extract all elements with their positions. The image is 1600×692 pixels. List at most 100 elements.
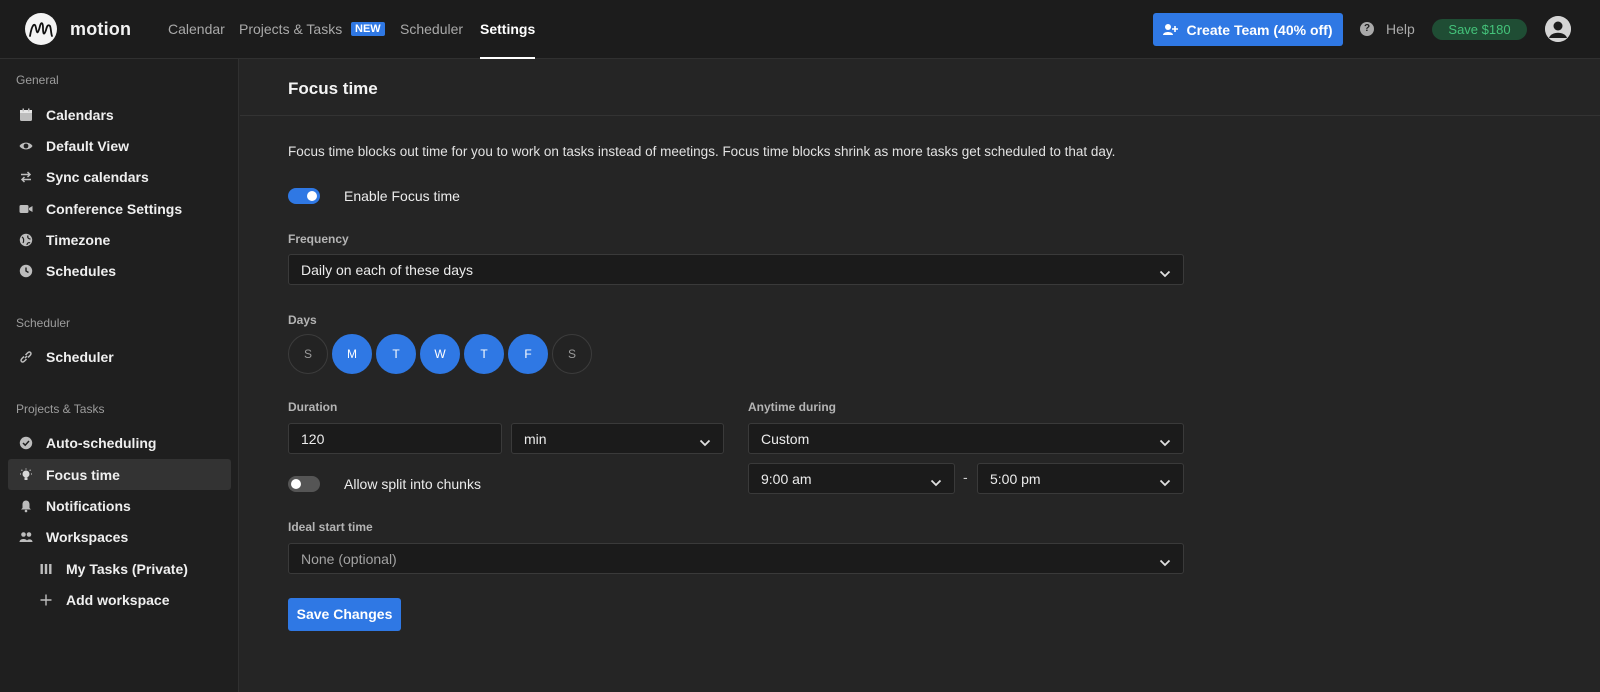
nav-calendar[interactable]: Calendar bbox=[168, 0, 225, 58]
sidebar-item-sync-calendars[interactable]: Sync calendars bbox=[8, 161, 231, 192]
user-avatar-icon bbox=[1545, 16, 1571, 42]
video-camera-icon bbox=[18, 201, 33, 216]
enable-focus-time-toggle[interactable] bbox=[288, 188, 320, 204]
sidebar-item-timezone[interactable]: Timezone bbox=[8, 224, 231, 255]
create-team-button[interactable]: Create Team (40% off) bbox=[1153, 13, 1343, 46]
sidebar-item-label: Calendars bbox=[46, 107, 114, 123]
enable-focus-time-label: Enable Focus time bbox=[344, 188, 460, 204]
duration-input[interactable]: 120 bbox=[288, 423, 502, 454]
split-chunks-toggle[interactable] bbox=[288, 476, 320, 492]
duration-value: 120 bbox=[301, 431, 325, 447]
chevron-down-icon bbox=[1159, 434, 1171, 447]
users-icon bbox=[18, 529, 33, 544]
chevron-down-icon bbox=[1159, 265, 1171, 278]
motion-logo-icon[interactable] bbox=[25, 13, 57, 45]
frequency-select[interactable]: Daily on each of these days bbox=[288, 254, 1184, 285]
clock-icon bbox=[18, 263, 33, 278]
frequency-value: Daily on each of these days bbox=[301, 262, 473, 278]
ideal-start-time-select[interactable]: None (optional) bbox=[288, 543, 1184, 574]
sidebar-item-label: Notifications bbox=[46, 498, 131, 514]
day-toggle-tuesday[interactable]: T bbox=[376, 334, 416, 374]
sidebar-item-label: Timezone bbox=[46, 232, 111, 248]
columns-icon bbox=[38, 561, 53, 576]
sidebar-section-projects-tasks: Projects & Tasks bbox=[16, 402, 105, 416]
sidebar-item-add-workspace[interactable]: Add workspace bbox=[8, 584, 231, 615]
sidebar-item-label: Sync calendars bbox=[46, 169, 149, 185]
top-bar: motion Calendar Projects & Tasks NEW Sch… bbox=[0, 0, 1600, 59]
sidebar-item-calendars[interactable]: Calendars bbox=[8, 99, 231, 130]
check-circle-icon bbox=[18, 435, 33, 450]
avatar[interactable] bbox=[1545, 16, 1571, 42]
sidebar-item-conference-settings[interactable]: Conference Settings bbox=[8, 193, 231, 224]
sidebar-item-focus-time[interactable]: Focus time bbox=[8, 459, 231, 490]
toggle-knob bbox=[291, 479, 301, 489]
duration-unit-select[interactable]: min bbox=[511, 423, 724, 454]
day-toggle-saturday[interactable]: S bbox=[552, 334, 592, 374]
sidebar-item-label: Schedules bbox=[46, 263, 117, 279]
sidebar-item-label: Default View bbox=[46, 138, 129, 154]
day-toggle-sunday[interactable]: S bbox=[288, 334, 328, 374]
split-chunks-label: Allow split into chunks bbox=[344, 476, 481, 492]
end-time-select[interactable]: 5:00 pm bbox=[977, 463, 1184, 494]
plus-icon bbox=[38, 592, 53, 607]
end-time-value: 5:00 pm bbox=[990, 471, 1041, 487]
nav-projects-tasks[interactable]: Projects & Tasks bbox=[239, 0, 342, 58]
eye-icon bbox=[18, 138, 33, 153]
anytime-during-select[interactable]: Custom bbox=[748, 423, 1184, 454]
day-toggle-friday[interactable]: F bbox=[508, 334, 548, 374]
nav-scheduler[interactable]: Scheduler bbox=[400, 0, 463, 58]
calendar-icon bbox=[18, 107, 33, 122]
anytime-during-label: Anytime during bbox=[748, 400, 837, 414]
anytime-during-value: Custom bbox=[761, 431, 810, 447]
add-user-icon bbox=[1163, 24, 1179, 35]
sidebar-item-label: Auto-scheduling bbox=[46, 435, 157, 451]
page-title: Focus time bbox=[288, 79, 378, 98]
save-changes-button[interactable]: Save Changes bbox=[288, 598, 401, 631]
chevron-down-icon bbox=[930, 474, 942, 487]
day-toggle-monday[interactable]: M bbox=[332, 334, 372, 374]
sidebar-section-scheduler: Scheduler bbox=[16, 316, 71, 330]
help-link[interactable]: Help bbox=[1386, 21, 1415, 37]
frequency-label: Frequency bbox=[288, 232, 349, 246]
globe-icon bbox=[18, 232, 33, 247]
focus-time-description: Focus time blocks out time for you to wo… bbox=[288, 144, 1116, 159]
sync-arrows-icon bbox=[18, 169, 33, 184]
duration-unit-value: min bbox=[524, 431, 547, 447]
chevron-down-icon bbox=[699, 434, 711, 447]
chevron-down-icon bbox=[1159, 474, 1171, 487]
sidebar-section-general: General bbox=[16, 73, 59, 87]
new-badge: NEW bbox=[351, 22, 385, 36]
help-icon[interactable]: ? bbox=[1360, 22, 1374, 36]
sidebar-item-default-view[interactable]: Default View bbox=[8, 130, 231, 161]
day-toggle-thursday[interactable]: T bbox=[464, 334, 504, 374]
link-icon bbox=[18, 349, 33, 364]
sidebar-item-workspaces[interactable]: Workspaces bbox=[8, 521, 231, 552]
sidebar-item-auto-scheduling[interactable]: Auto-scheduling bbox=[8, 427, 231, 458]
sidebar-item-label: Add workspace bbox=[66, 592, 170, 608]
brand-name[interactable]: motion bbox=[70, 19, 131, 40]
chevron-down-icon bbox=[1159, 554, 1171, 567]
sidebar-item-label: Scheduler bbox=[46, 349, 114, 365]
sidebar-item-scheduler[interactable]: Scheduler bbox=[8, 341, 231, 372]
day-toggle-wednesday[interactable]: W bbox=[420, 334, 460, 374]
sidebar-item-notifications[interactable]: Notifications bbox=[8, 490, 231, 521]
sidebar-item-schedules[interactable]: Schedules bbox=[8, 255, 231, 286]
settings-sidebar: General Calendars Default View Sync cale… bbox=[0, 59, 239, 692]
lightbulb-icon bbox=[18, 467, 33, 482]
bell-icon bbox=[18, 498, 33, 513]
create-team-label: Create Team (40% off) bbox=[1186, 21, 1333, 38]
sidebar-item-label: My Tasks (Private) bbox=[66, 561, 188, 577]
toggle-knob bbox=[307, 191, 317, 201]
start-time-select[interactable]: 9:00 am bbox=[748, 463, 955, 494]
start-time-value: 9:00 am bbox=[761, 471, 812, 487]
sidebar-item-label: Focus time bbox=[46, 467, 120, 483]
sidebar-item-label: Conference Settings bbox=[46, 201, 183, 217]
sidebar-item-label: Workspaces bbox=[46, 529, 129, 545]
sidebar-item-my-tasks[interactable]: My Tasks (Private) bbox=[8, 553, 231, 584]
time-range-separator: - bbox=[963, 469, 968, 485]
save-offer-badge[interactable]: Save $180 bbox=[1432, 19, 1527, 40]
days-label: Days bbox=[288, 313, 317, 327]
duration-label: Duration bbox=[288, 400, 338, 414]
nav-settings[interactable]: Settings bbox=[480, 0, 536, 59]
ideal-start-time-placeholder: None (optional) bbox=[301, 551, 397, 567]
